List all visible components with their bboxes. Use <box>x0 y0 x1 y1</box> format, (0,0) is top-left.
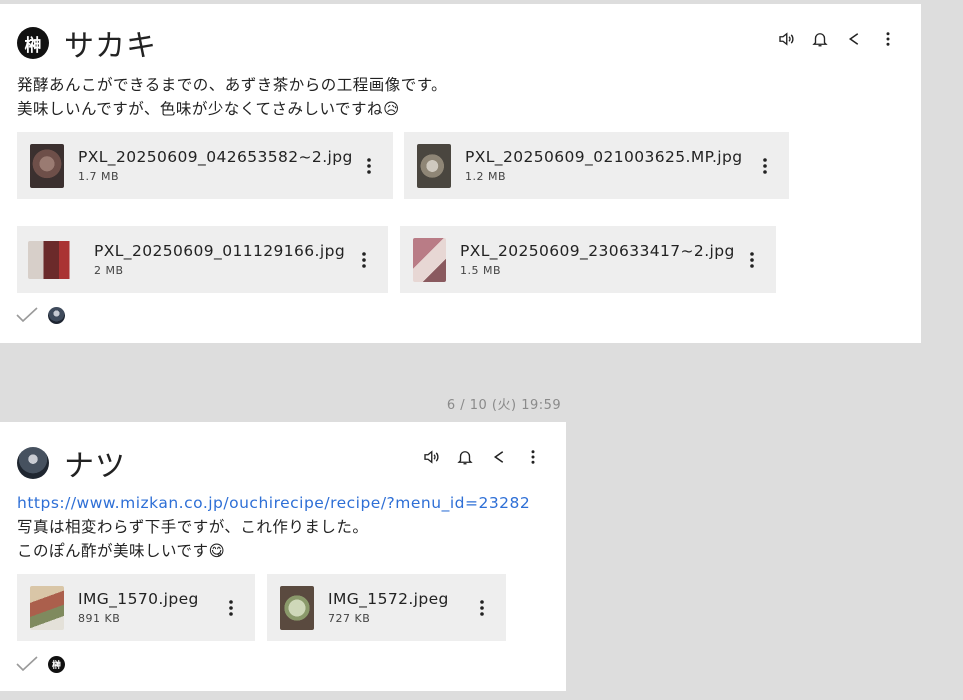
attachment-file[interactable]: PXL_20250609_230633417~2.jpg 1.5 MB <box>400 226 776 293</box>
attachment-thumbnail <box>280 585 314 630</box>
sender-name[interactable]: ナツ <box>64 441 126 485</box>
message-header: 榊 サカキ <box>17 21 157 65</box>
attachment-menu-button[interactable] <box>219 593 243 623</box>
notification-button[interactable] <box>448 445 482 469</box>
speaker-button[interactable] <box>769 27 803 51</box>
avatar[interactable]: 榊 <box>17 27 49 59</box>
reader-avatar[interactable]: 榊 <box>48 655 65 673</box>
attachment-size: 727 KB <box>328 612 371 625</box>
message-actions <box>414 445 550 469</box>
more-vertical-icon <box>531 450 535 464</box>
attachment-file[interactable]: IMG_1570.jpeg 891 KB <box>17 574 255 641</box>
more-vertical-icon <box>229 599 233 616</box>
more-vertical-icon <box>763 157 767 174</box>
read-status <box>16 306 65 324</box>
reader-avatar[interactable] <box>48 306 65 324</box>
attachment-thumbnail <box>30 143 64 188</box>
more-vertical-icon <box>362 251 366 268</box>
more-vertical-icon <box>886 32 890 46</box>
share-button[interactable] <box>837 27 871 51</box>
attachment-name: PXL_20250609_011129166.jpg <box>94 242 346 260</box>
message-line: このぽん酢が美味しいです😋 <box>17 542 226 560</box>
message-actions <box>769 27 905 51</box>
attachment-menu-button[interactable] <box>753 151 777 181</box>
read-status: 榊 <box>16 655 65 673</box>
bell-icon <box>457 451 473 465</box>
message-card: 榊 サカキ 発酵あんこができるまでの、あずき茶からの工程画像です。 美味しいんで… <box>0 4 921 343</box>
message-line: 写真は相変わらず下手ですが、これ作りました。 <box>17 518 369 536</box>
more-options-button[interactable] <box>516 445 550 469</box>
check-icon <box>16 656 38 672</box>
date-separator: 6 / 10 (火) 19:59 <box>446 398 562 413</box>
attachment-size: 1.2 MB <box>465 170 507 183</box>
avatar-text: 榊 <box>24 35 42 56</box>
attachment-file[interactable]: IMG_1572.jpeg 727 KB <box>267 574 506 641</box>
attachment-name: IMG_1570.jpeg <box>78 590 199 608</box>
message-header: ナツ <box>17 441 126 485</box>
share-icon <box>493 451 504 463</box>
more-options-button[interactable] <box>871 27 905 51</box>
attachment-thumbnail <box>28 240 80 279</box>
attachment-name: PXL_20250609_021003625.MP.jpg <box>465 148 743 166</box>
attachment-thumbnail <box>417 143 451 188</box>
bell-icon <box>812 33 828 47</box>
attachment-size: 1.5 MB <box>460 264 502 277</box>
more-vertical-icon <box>750 251 754 268</box>
attachment-menu-button[interactable] <box>357 151 381 181</box>
attachment-file[interactable]: PXL_20250609_042653582~2.jpg 1.7 MB <box>17 132 393 199</box>
attachment-name: IMG_1572.jpeg <box>328 590 449 608</box>
check-icon <box>16 307 38 323</box>
more-vertical-icon <box>367 157 371 174</box>
recipe-link[interactable]: https://www.mizkan.co.jp/ouchirecipe/rec… <box>17 494 530 512</box>
attachment-size: 2 MB <box>94 264 124 277</box>
message-card: ナツ https://www.mizkan.co.jp/ouchirecipe/… <box>0 422 566 691</box>
attachment-menu-button[interactable] <box>470 593 494 623</box>
attachment-size: 891 KB <box>78 612 121 625</box>
sender-name[interactable]: サカキ <box>64 21 157 65</box>
message-text: https://www.mizkan.co.jp/ouchirecipe/rec… <box>17 491 530 563</box>
speaker-icon <box>424 450 439 464</box>
attachment-thumbnail <box>30 585 64 630</box>
attachment-file[interactable]: PXL_20250609_021003625.MP.jpg 1.2 MB <box>404 132 789 199</box>
attachment-name: PXL_20250609_230633417~2.jpg <box>460 242 735 260</box>
attachment-menu-button[interactable] <box>352 245 376 275</box>
share-button[interactable] <box>482 445 516 469</box>
more-vertical-icon <box>480 599 484 616</box>
attachment-size: 1.7 MB <box>78 170 120 183</box>
speaker-button[interactable] <box>414 445 448 469</box>
message-line: 発酵あんこができるまでの、あずき茶からの工程画像です。 <box>17 76 448 94</box>
avatar[interactable] <box>17 447 49 479</box>
attachment-thumbnail <box>413 237 446 282</box>
speaker-icon <box>779 32 794 46</box>
message-line: 美味しいんですが、色味が少なくてさみしいですね😥 <box>17 100 400 118</box>
attachment-menu-button[interactable] <box>740 245 764 275</box>
share-icon <box>848 33 859 45</box>
message-text: 発酵あんこができるまでの、あずき茶からの工程画像です。 美味しいんですが、色味が… <box>17 73 447 121</box>
attachment-name: PXL_20250609_042653582~2.jpg <box>78 148 353 166</box>
notification-button[interactable] <box>803 27 837 51</box>
attachment-file[interactable]: PXL_20250609_011129166.jpg 2 MB <box>17 226 388 293</box>
reader-avatar-text: 榊 <box>51 660 61 671</box>
